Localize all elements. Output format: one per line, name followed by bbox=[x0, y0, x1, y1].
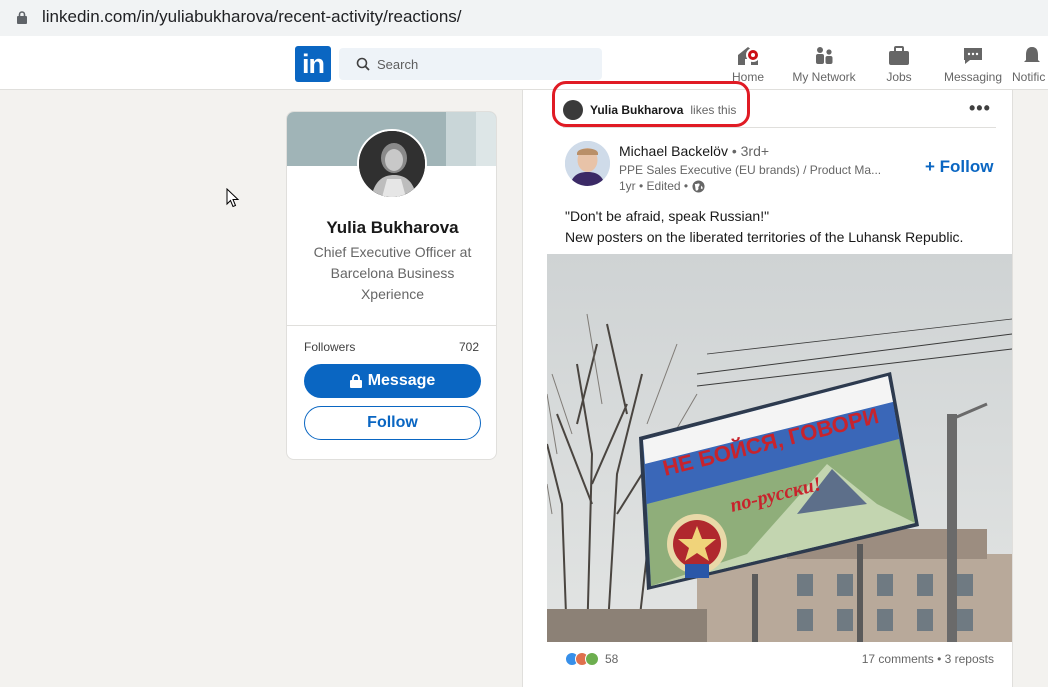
support-icon bbox=[585, 652, 599, 666]
connection-degree: • 3rd+ bbox=[731, 143, 770, 159]
globe-icon bbox=[692, 179, 705, 193]
search-placeholder: Search bbox=[377, 57, 419, 72]
more-options-icon[interactable]: ••• bbox=[969, 98, 991, 119]
followers-label: Followers bbox=[304, 340, 356, 354]
messaging-icon bbox=[964, 48, 982, 64]
nav-my-network[interactable]: My Network bbox=[787, 44, 861, 84]
author-subtitle: PPE Sales Executive (EU brands) / Produc… bbox=[619, 163, 882, 177]
post-text-line: "Don't be afraid, speak Russian!" bbox=[565, 208, 770, 224]
post-text: "Don't be afraid, speak Russian!" New po… bbox=[565, 206, 1005, 248]
search-input[interactable]: Search bbox=[339, 48, 602, 80]
search-icon bbox=[356, 57, 370, 71]
profile-headline: Chief Executive Officer at Barcelona Bus… bbox=[313, 244, 472, 302]
reaction-summary[interactable]: 58 bbox=[565, 652, 618, 666]
feed-divider bbox=[563, 127, 996, 128]
bell-icon bbox=[1024, 47, 1040, 62]
nav-notifications[interactable]: Notific bbox=[1012, 44, 1048, 84]
post-time: 1yr • Edited • bbox=[619, 179, 689, 193]
linkedin-logo[interactable]: in bbox=[295, 46, 331, 82]
nav-messaging[interactable]: Messaging bbox=[940, 44, 1006, 84]
author-photo bbox=[565, 141, 610, 186]
reaction-icons bbox=[565, 652, 599, 666]
author-name[interactable]: Michael Backelöv bbox=[619, 143, 728, 159]
avatar-photo bbox=[359, 131, 425, 197]
profile-name[interactable]: Yulia Bukharova bbox=[287, 218, 496, 238]
card-divider bbox=[287, 325, 496, 326]
nav-messaging-label: Messaging bbox=[943, 70, 1003, 84]
message-button-label: Message bbox=[367, 372, 436, 389]
billboard-photo: НЕ БОЙСЯ, ГОВОРИ по-русски! bbox=[547, 254, 1012, 642]
message-button[interactable]: Message bbox=[304, 364, 481, 398]
nav-jobs-label: Jobs bbox=[886, 70, 912, 84]
followers-count: 702 bbox=[458, 340, 479, 354]
post-author: Michael Backelöv • 3rd+ bbox=[619, 143, 769, 159]
notification-badge bbox=[746, 48, 760, 62]
follow-button[interactable]: Follow bbox=[304, 406, 481, 440]
nav-home[interactable]: Home bbox=[726, 44, 770, 84]
url-text[interactable]: linkedin.com/in/yuliabukharova/recent-ac… bbox=[42, 7, 462, 27]
lock-icon bbox=[349, 374, 362, 388]
network-icon bbox=[816, 47, 833, 64]
author-avatar[interactable] bbox=[565, 141, 610, 186]
banner-shape bbox=[476, 112, 496, 166]
post-image[interactable]: НЕ БОЙСЯ, ГОВОРИ по-русски! bbox=[547, 254, 1012, 642]
activity-feed: Yulia Bukharova likes this ••• Michael B… bbox=[522, 90, 1013, 687]
reaction-count: 58 bbox=[605, 652, 619, 666]
briefcase-icon bbox=[889, 46, 909, 65]
mouse-cursor-icon bbox=[226, 188, 240, 208]
browser-address-bar[interactable]: linkedin.com/in/yuliabukharova/recent-ac… bbox=[0, 0, 1048, 38]
highlight-annotation bbox=[552, 81, 750, 127]
post-meta: 1yr • Edited • bbox=[619, 179, 705, 193]
profile-avatar[interactable] bbox=[357, 129, 427, 199]
follow-button-label: Follow bbox=[367, 414, 418, 431]
post-stats[interactable]: 17 comments • 3 reposts bbox=[862, 652, 994, 666]
profile-card: Yulia Bukharova Chief Executive Officer … bbox=[286, 111, 497, 460]
follow-author-button[interactable]: + Follow bbox=[925, 157, 993, 177]
nav-jobs[interactable]: Jobs bbox=[880, 44, 918, 84]
nav-my-network-label: My Network bbox=[792, 70, 856, 84]
nav-notifications-label: Notific bbox=[1012, 70, 1046, 84]
top-nav: in Search Home My Network Jobs Messaging… bbox=[0, 38, 1048, 90]
post-text-line: New posters on the liberated territories… bbox=[565, 229, 964, 245]
lock-icon bbox=[17, 11, 27, 24]
